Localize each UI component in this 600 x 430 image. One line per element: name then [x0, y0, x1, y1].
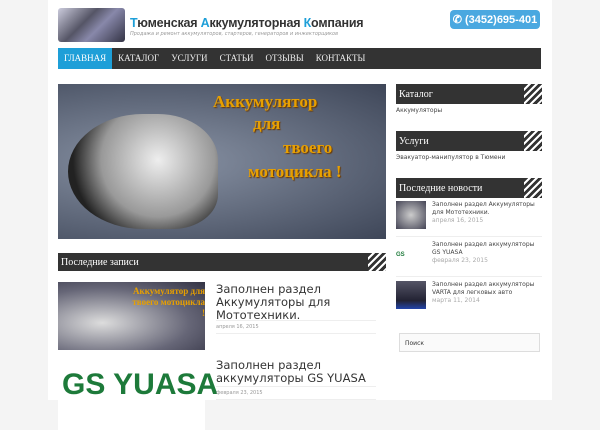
post-title[interactable]: Заполнен раздел аккумуляторы GS YUASA	[216, 359, 381, 385]
post-title[interactable]: Заполнен раздел Аккумуляторы для Мототех…	[216, 283, 381, 322]
main-nav: ГЛАВНАЯ КАТАЛОГ УСЛУГИ СТАТЬИ ОТЗЫВЫ КОН…	[58, 48, 541, 69]
heading-text: Последние новости	[399, 182, 483, 194]
title-word: ккумуляторная	[209, 16, 304, 30]
post-date: апреля 16, 2015	[216, 320, 376, 334]
title-letter: А	[200, 16, 210, 30]
nav-articles[interactable]: СТАТЬИ	[214, 48, 260, 69]
gs-yuasa-logo: GS YUASA	[62, 368, 219, 401]
nav-services[interactable]: УСЛУГИ	[165, 48, 213, 69]
post-thumbnail[interactable]: Аккумулятор для твоего мотоцикла !	[58, 282, 205, 350]
news-title[interactable]: Заполнен раздел аккумуляторы GS YUASA	[432, 241, 542, 257]
sidebar-link-batteries[interactable]: Аккумуляторы	[396, 107, 442, 114]
page: Тюменская Аккумуляторная Компания Продаж…	[48, 0, 552, 430]
news-date: апреля 16, 2015	[432, 217, 484, 224]
nav-reviews[interactable]: ОТЗЫВЫ	[260, 48, 310, 69]
nav-catalog[interactable]: КАТАЛОГ	[112, 48, 165, 69]
phone-icon: ✆	[452, 14, 463, 26]
nav-contacts[interactable]: КОНТАКТЫ	[310, 48, 372, 69]
recent-posts-heading: Последние записи	[58, 253, 386, 271]
thumbnail-caption: Аккумулятор для твоего мотоцикла !	[132, 286, 205, 318]
news-date: февраля 23, 2015	[432, 257, 488, 264]
phone-button[interactable]: ✆ (3452)695-401	[450, 10, 540, 29]
divider	[396, 236, 542, 237]
sidebar-link-tow-truck[interactable]: Эвакуатор-манипулятор в Тюмени	[396, 154, 505, 161]
divider	[396, 276, 542, 277]
title-word: омпания	[311, 16, 364, 30]
sidebar-catalog-heading: Каталог	[396, 84, 542, 104]
news-thumbnail	[396, 201, 426, 229]
search-input[interactable]: Поиск	[399, 333, 540, 352]
news-item[interactable]: Заполнен раздел аккумуляторы VARTA для л…	[396, 281, 542, 309]
sidebar-news-heading: Последние новости	[396, 178, 542, 198]
slogan-line: мотоцикла !	[248, 162, 342, 181]
post-date: февраля 23, 2015	[216, 386, 376, 400]
news-date: марта 11, 2014	[432, 297, 480, 304]
slogan-line: Аккумулятор	[213, 92, 318, 111]
logo-image[interactable]	[58, 8, 125, 42]
heading-text: Последние записи	[61, 256, 139, 268]
motorcycle-image	[68, 114, 218, 229]
news-title[interactable]: Заполнен раздел аккумуляторы VARTA для л…	[432, 281, 542, 297]
news-thumbnail	[396, 281, 426, 309]
news-item[interactable]: Заполнен раздел Аккумуляторы для Мототех…	[396, 201, 542, 229]
hero-slider[interactable]: Аккумулятор для твоего мотоцикла !	[58, 84, 386, 239]
title-letter: К	[303, 16, 312, 30]
phone-number: (3452)695-401	[465, 13, 538, 26]
news-item[interactable]: GS Заполнен раздел аккумуляторы GS YUASA…	[396, 241, 542, 269]
post-thumbnail[interactable]: GS YUASA	[58, 362, 218, 430]
site-tagline: Продажа и ремонт аккумуляторов, стартеро…	[130, 31, 339, 37]
slogan-line: твоего	[283, 138, 333, 157]
news-title[interactable]: Заполнен раздел Аккумуляторы для Мототех…	[432, 201, 542, 217]
site-title[interactable]: Тюменская Аккумуляторная Компания	[130, 16, 364, 30]
heading-text: Услуги	[399, 135, 429, 147]
heading-text: Каталог	[399, 88, 433, 100]
nav-home[interactable]: ГЛАВНАЯ	[58, 48, 113, 69]
slogan-line: для	[253, 114, 281, 133]
news-thumbnail: GS	[396, 241, 426, 269]
sidebar-services-heading: Услуги	[396, 131, 542, 151]
title-word: юменская	[137, 16, 201, 30]
